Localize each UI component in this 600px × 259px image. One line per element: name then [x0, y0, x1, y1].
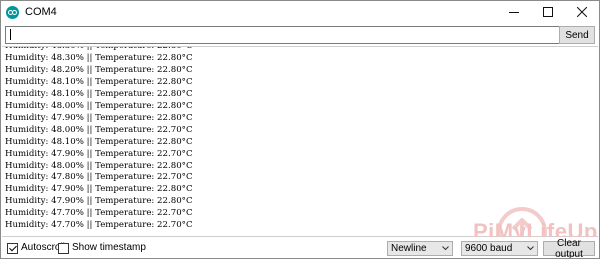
arduino-app-icon	[6, 5, 19, 19]
output-line: Humidity: 48.30% || Temperature: 22.80°C	[5, 52, 193, 63]
minimize-icon[interactable]	[497, 1, 531, 23]
show-timestamp-checkbox[interactable]	[58, 243, 69, 254]
status-bar: Autoscroll Show timestamp Newline 9600 b…	[1, 237, 599, 258]
baud-rate-value: 9600 baud	[465, 243, 513, 254]
serial-output-area[interactable]: Humidity: 48.30% || Temperature: 22.80°C…	[2, 46, 598, 237]
output-line: Humidity: 47.90% || Temperature: 22.70°C	[5, 148, 193, 159]
clear-output-button[interactable]: Clear output	[543, 238, 595, 258]
output-line: Humidity: 48.20% || Temperature: 22.80°C	[5, 64, 193, 75]
baud-rate-select[interactable]: 9600 baud	[461, 241, 538, 256]
maximize-icon[interactable]	[531, 1, 565, 23]
serial-monitor-window: COM4 Send Humidity: 48.30% || Temperatur…	[0, 0, 600, 259]
output-lines: Humidity: 48.30% || Temperature: 22.80°C…	[5, 46, 193, 232]
output-line: Humidity: 47.90% || Temperature: 22.80°C	[5, 184, 193, 195]
serial-input-field[interactable]	[5, 26, 561, 44]
autoscroll-checkbox[interactable]	[7, 243, 18, 254]
output-line: Humidity: 47.70% || Temperature: 22.70°C	[5, 220, 193, 231]
line-ending-value: Newline	[391, 243, 427, 254]
output-line: Humidity: 47.90% || Temperature: 22.80°C	[5, 112, 193, 123]
chevron-down-icon	[442, 246, 449, 251]
output-line: Humidity: 48.00% || Temperature: 22.80°C	[5, 100, 193, 111]
output-line: Humidity: 48.00% || Temperature: 22.80°C	[5, 160, 193, 171]
window-controls	[497, 1, 599, 23]
show-timestamp-label: Show timestamp	[72, 242, 146, 253]
chevron-down-icon	[527, 246, 534, 251]
text-caret	[10, 29, 11, 40]
line-ending-select[interactable]: Newline	[387, 241, 453, 256]
output-line: Humidity: 47.80% || Temperature: 22.70°C	[5, 172, 193, 183]
send-row: Send	[5, 26, 595, 44]
output-line: Humidity: 48.10% || Temperature: 22.80°C	[5, 76, 193, 87]
close-icon[interactable]	[565, 1, 599, 23]
output-line: Humidity: 47.70% || Temperature: 22.70°C	[5, 208, 193, 219]
window-title: COM4	[25, 6, 57, 18]
output-line: Humidity: 48.10% || Temperature: 22.80°C	[5, 136, 193, 147]
output-line: Humidity: 48.00% || Temperature: 22.70°C	[5, 124, 193, 135]
output-line: Humidity: 48.30% || Temperature: 22.80°C	[5, 46, 193, 51]
output-line: Humidity: 48.10% || Temperature: 22.80°C	[5, 88, 193, 99]
output-line: Humidity: 47.90% || Temperature: 22.80°C	[5, 196, 193, 207]
send-button[interactable]: Send	[559, 26, 595, 44]
title-bar[interactable]: COM4	[1, 1, 599, 23]
